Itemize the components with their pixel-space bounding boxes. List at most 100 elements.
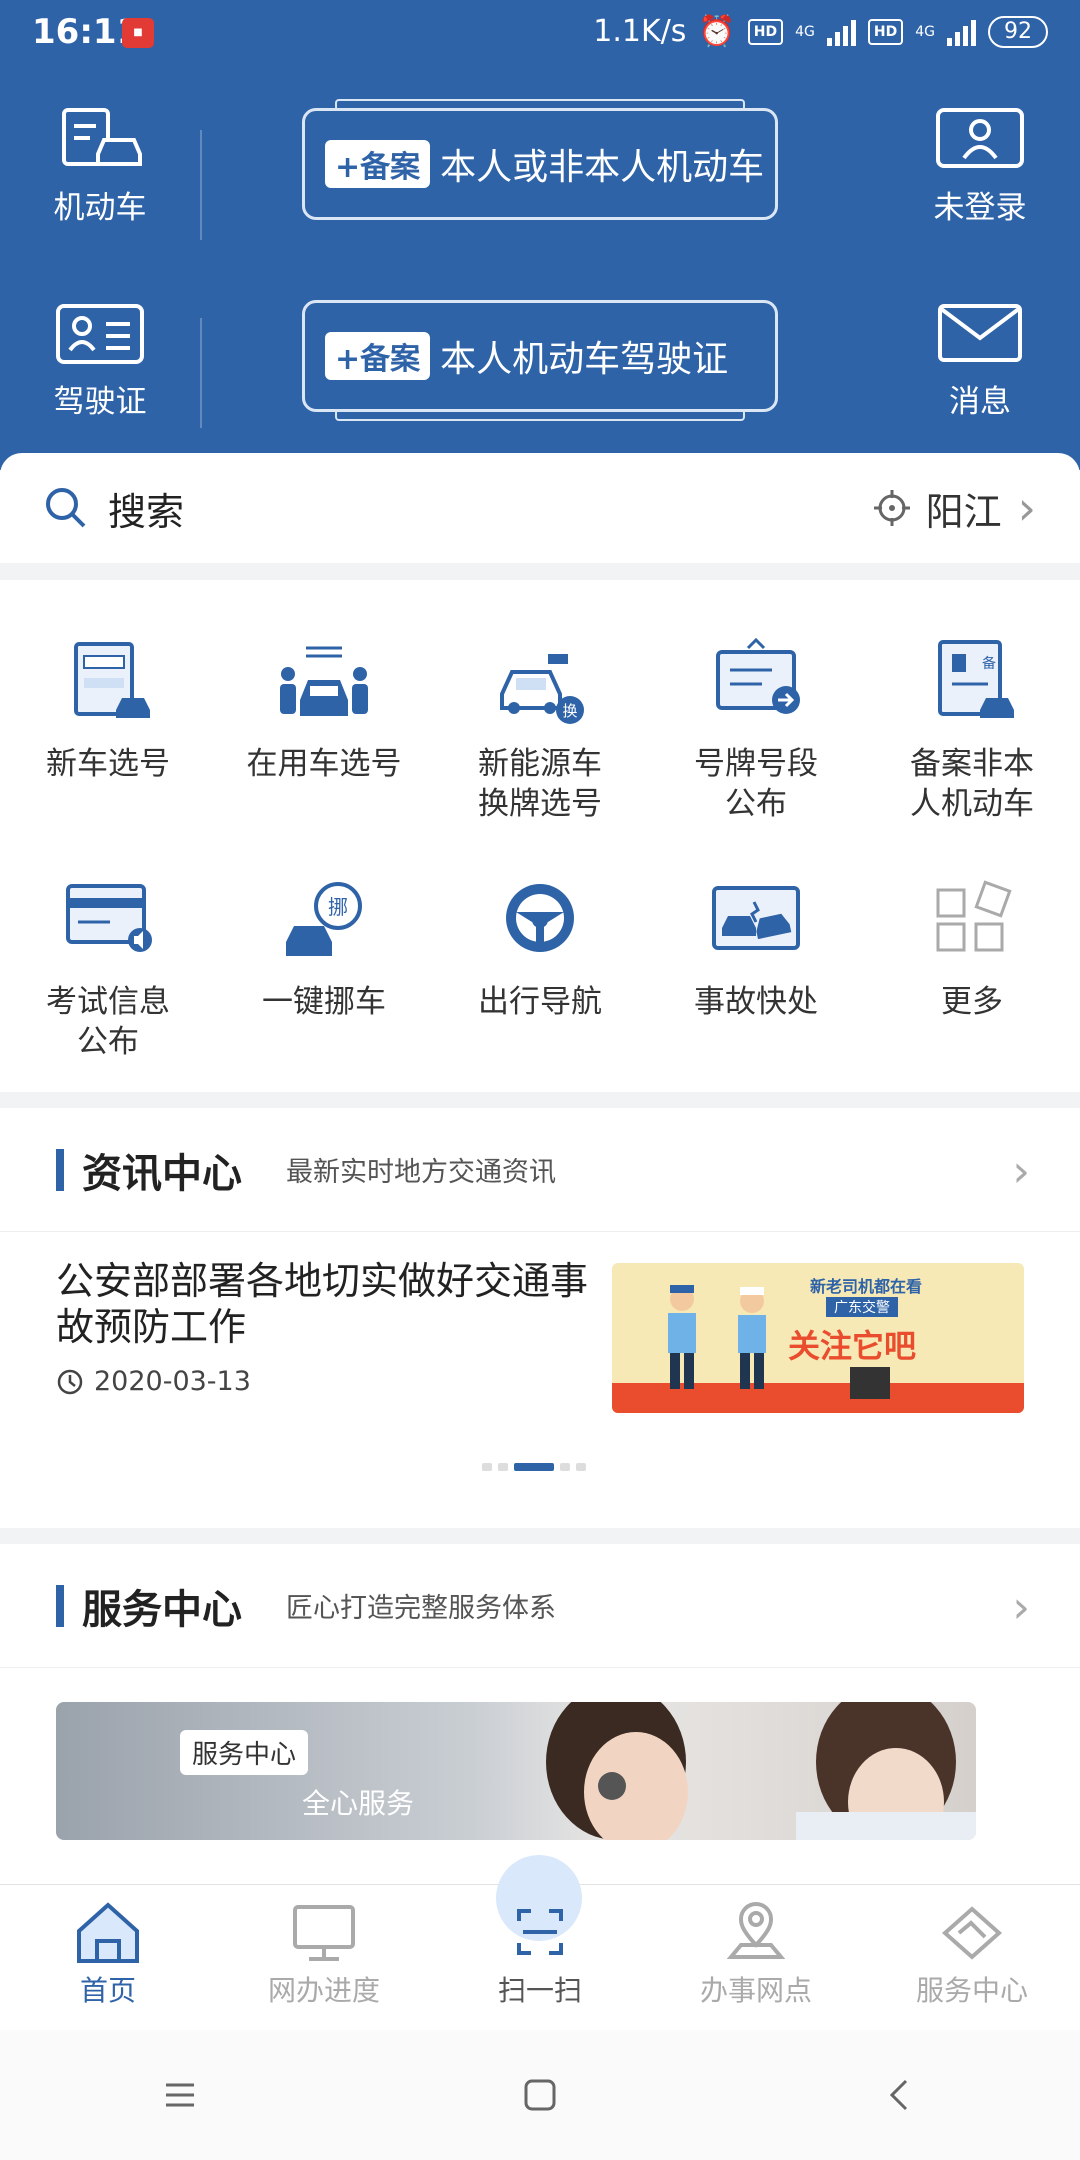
police-figures-icon (668, 1285, 766, 1389)
notification-app-icon: ■ (122, 18, 154, 48)
exam-info-icon (60, 872, 156, 968)
poster-mid-text: 广东交警 (826, 1297, 898, 1317)
home-nav-icon[interactable] (520, 2075, 560, 2115)
city-selector[interactable]: 阳江 (926, 481, 1002, 536)
search-icon (46, 488, 86, 528)
header-panel: 16:11 ■ 1.1K/s ⏰ HD 4G HD 4G 92 机动车 驾驶证 … (0, 0, 1080, 470)
service-ev-plate[interactable]: 换 新能源车 换牌选号 (432, 634, 648, 824)
menu-icon[interactable] (160, 2075, 200, 2115)
hd-badge-1: HD (747, 18, 784, 45)
tab-home[interactable]: 首页 (0, 1899, 216, 2009)
svg-text:备: 备 (982, 655, 996, 672)
steering-wheel-icon (492, 872, 588, 968)
move-car-icon: 挪 (276, 872, 372, 968)
register-license-card[interactable]: +备案 本人机动车驾驶证 (302, 300, 778, 421)
service-label: 事故快处 (694, 984, 818, 1020)
service-accident[interactable]: 事故快处 (648, 872, 864, 1022)
alarm-icon: ⏰ (698, 14, 736, 49)
banner-text: 全心服务 (302, 1787, 415, 1820)
motor-vehicle-button[interactable]: 机动车 (20, 104, 180, 227)
service-new-car-plate[interactable]: 新车选号 (0, 634, 216, 784)
register-license-text: 本人机动车驾驶证 (440, 339, 729, 380)
back-icon[interactable] (880, 2075, 920, 2115)
carousel-indicator (482, 1463, 586, 1471)
tab-service-center[interactable]: 服务中心 (864, 1899, 1080, 2009)
news-header[interactable]: 资讯中心 最新实时地方交通资讯 › (0, 1108, 1080, 1232)
card-decoration (335, 99, 745, 111)
news-headline[interactable]: 公安部部署各地切实做好交通事故预防工作 (56, 1258, 616, 1350)
service-label: 备案非本 人机动车 (910, 746, 1034, 822)
search-bar[interactable]: 搜索 阳江 › (0, 453, 1080, 563)
service-used-car-plate[interactable]: 在用车选号 (216, 634, 432, 784)
signal-icon-1 (826, 18, 856, 46)
chevron-right-icon[interactable]: › (1012, 1146, 1030, 1197)
service-grid: 新车选号 在用车选号 换 新能源车 换牌选号 号牌号段 公布 备 备案非本 人机… (0, 580, 1080, 1092)
chevron-right-icon[interactable]: › (1018, 481, 1036, 535)
service-label: 考试信息 公布 (46, 984, 170, 1060)
section-accent-bar (56, 1584, 64, 1627)
status-right: 1.1K/s ⏰ HD 4G HD 4G 92 (593, 14, 1048, 49)
service-label: 出行导航 (478, 984, 602, 1020)
ev-plate-exchange-icon: 换 (492, 634, 588, 730)
service-register-vehicle[interactable]: 备 备案非本 人机动车 (864, 634, 1080, 824)
service-label: 在用车选号 (246, 746, 402, 782)
hd-badge-2: HD (867, 18, 904, 45)
lte-label-2: 4G (915, 23, 935, 40)
id-card-icon (54, 298, 146, 368)
poster-top-text: 新老司机都在看 (810, 1277, 923, 1296)
service-exam-info[interactable]: 考试信息 公布 (0, 872, 216, 1062)
service-center-header[interactable]: 服务中心 匠心打造完整服务体系 › (0, 1544, 1080, 1668)
divider (200, 318, 202, 428)
news-date: 2020-03-13 (94, 1366, 251, 1397)
register-vehicle-text: 本人或非本人机动车 (440, 147, 765, 188)
envelope-icon (934, 298, 1026, 368)
accident-icon (708, 872, 804, 968)
qr-code (850, 1367, 890, 1399)
scan-icon (505, 1899, 575, 1965)
tab-service-points[interactable]: 办事网点 (648, 1899, 864, 2009)
monitor-icon (289, 1899, 359, 1965)
tab-label: 服务中心 (915, 1974, 1028, 2007)
register-vehicle-card[interactable]: +备案 本人或非本人机动车 (302, 99, 778, 220)
poster-main-text: 关注它吧 (788, 1327, 917, 1365)
clock-icon (57, 1369, 83, 1394)
messages-label: 消息 (949, 384, 1011, 420)
svg-text:挪: 挪 (328, 895, 348, 919)
battery-indicator: 92 (988, 15, 1048, 48)
service-label: 更多 (941, 984, 1003, 1020)
svg-text:换: 换 (562, 702, 577, 720)
messages-button[interactable]: 消息 (900, 298, 1060, 421)
register-tag: +备案 (325, 332, 431, 380)
user-icon (934, 104, 1026, 174)
tab-label: 扫一扫 (497, 1974, 582, 2007)
license-button[interactable]: 驾驶证 (20, 298, 180, 421)
tab-progress[interactable]: 网办进度 (216, 1899, 432, 2009)
section-subtitle: 匠心打造完整服务体系 (286, 1593, 556, 1624)
service-navigation[interactable]: 出行导航 (432, 872, 648, 1022)
news-poster[interactable]: 新老司机都在看 广东交警 关注它吧 (612, 1263, 1024, 1413)
login-button[interactable]: 未登录 (900, 104, 1060, 227)
section-title: 资讯中心 (82, 1150, 242, 1197)
handshake-icon (937, 1899, 1007, 1965)
service-move-car[interactable]: 挪 一键挪车 (216, 872, 432, 1022)
location-icon (721, 1899, 791, 1965)
system-nav-bar (0, 2030, 1080, 2160)
service-banner[interactable]: 服务中心 全心服务 (56, 1702, 976, 1840)
bottom-tab-bar: 首页 网办进度 扫一扫 办事网点 服务中心 (0, 1855, 1080, 2030)
service-label: 新能源车 换牌选号 (478, 746, 602, 822)
service-more[interactable]: 更多 (864, 872, 1080, 1022)
chevron-right-icon[interactable]: › (1012, 1582, 1030, 1633)
status-bar: 16:11 ■ 1.1K/s ⏰ HD 4G HD 4G 92 (0, 0, 1080, 68)
register-vehicle-icon: 备 (924, 634, 1020, 730)
section-title: 服务中心 (82, 1586, 242, 1633)
new-car-plate-icon (60, 634, 156, 730)
plate-announcement-icon (708, 634, 804, 730)
service-label: 一键挪车 (262, 984, 386, 1020)
service-plate-announcement[interactable]: 号牌号段 公布 (648, 634, 864, 824)
motor-vehicle-label: 机动车 (53, 190, 147, 226)
tab-label: 网办进度 (267, 1974, 380, 2007)
service-label: 号牌号段 公布 (694, 746, 818, 822)
card-decoration (335, 409, 745, 421)
tab-scan[interactable]: 扫一扫 (432, 1899, 648, 2009)
section-accent-bar (56, 1148, 64, 1191)
